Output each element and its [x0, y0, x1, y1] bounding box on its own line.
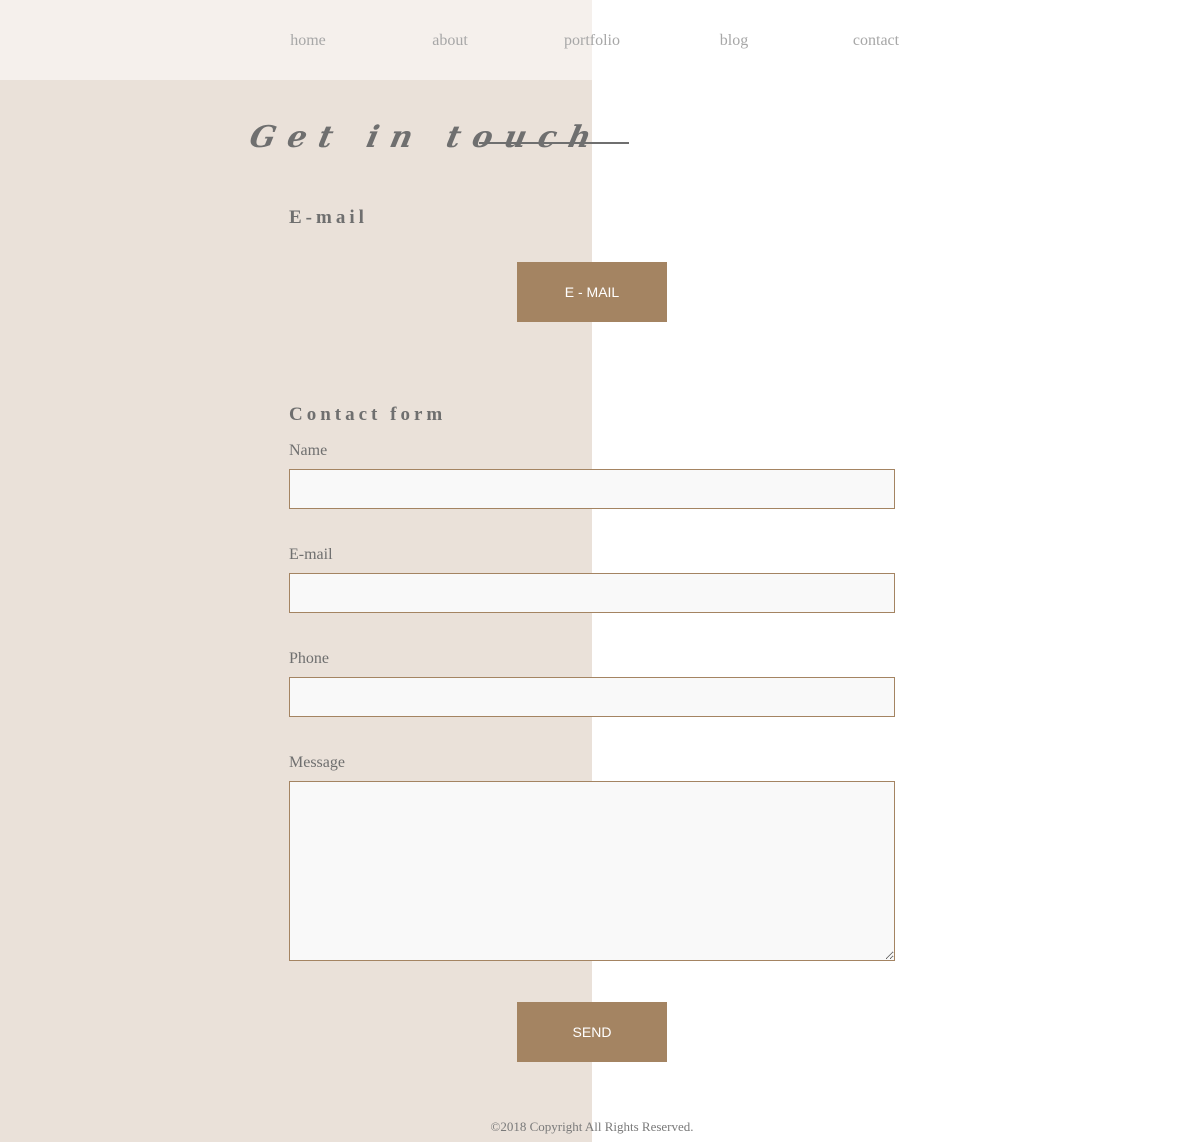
email-section-heading: E-mail	[289, 207, 368, 228]
phone-label: Phone	[289, 650, 329, 667]
footer-copyright: ©2018 Copyright All Rights Reserved.	[490, 1119, 694, 1134]
contact-form-heading: Contact form	[289, 404, 447, 425]
email-field[interactable]	[289, 573, 895, 613]
email-label: E-mail	[289, 546, 333, 563]
name-label: Name	[289, 442, 328, 459]
main-nav: home about portfolio blog contact	[0, 0, 1184, 80]
nav-item-home[interactable]: home	[290, 31, 326, 51]
title-divider	[479, 142, 629, 144]
nav-item-portfolio[interactable]: portfolio	[564, 31, 620, 51]
send-button[interactable]: SEND	[517, 1002, 667, 1062]
email-button[interactable]: E - MAIL	[517, 262, 667, 322]
nav-item-blog[interactable]: blog	[720, 31, 748, 51]
name-field[interactable]	[289, 469, 895, 509]
page-title: Get in touch	[246, 120, 607, 155]
nav-item-contact[interactable]: contact	[853, 31, 899, 51]
phone-field[interactable]	[289, 677, 895, 717]
message-field[interactable]	[289, 781, 895, 961]
message-label: Message	[289, 754, 345, 771]
nav-item-about[interactable]: about	[432, 31, 468, 51]
